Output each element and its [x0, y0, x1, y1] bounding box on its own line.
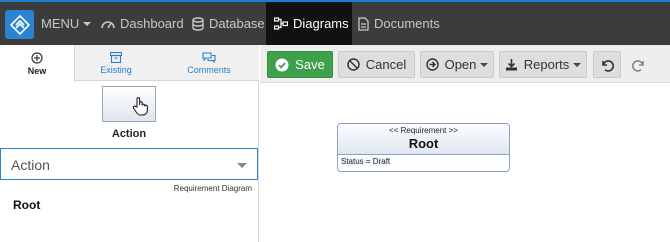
- action-tool-button[interactable]: [102, 86, 156, 122]
- sitemap-icon: [274, 16, 288, 30]
- redo-button[interactable]: [625, 51, 653, 78]
- left-panel: New Existing Comments Action Action Requ…: [0, 45, 259, 242]
- requirement-name: Root: [408, 136, 439, 151]
- requirement-header: << Requirement >> Root: [338, 124, 509, 155]
- download-icon: [505, 59, 517, 71]
- redo-icon: [632, 59, 644, 72]
- reports-label: Reports: [523, 57, 570, 72]
- tab-existing-label: Existing: [100, 64, 132, 75]
- caret-down-icon: [480, 62, 489, 67]
- nav-documents-label: Documents: [374, 16, 440, 31]
- reports-dropdown-button[interactable]: Reports: [499, 51, 587, 78]
- element-type-select[interactable]: Action: [0, 148, 258, 180]
- ban-icon: [347, 58, 360, 71]
- app-logo[interactable]: [5, 10, 34, 39]
- menu-label: MENU: [41, 16, 80, 31]
- nav-diagrams[interactable]: Diagrams: [266, 2, 352, 45]
- tab-comments-label: Comments: [187, 64, 231, 75]
- diagram-root-item[interactable]: Root: [13, 198, 40, 212]
- plus-circle-icon: [31, 51, 43, 64]
- top-nav-bar: MENU Dashboard Database Diagrams Documen…: [0, 0, 670, 45]
- tab-existing[interactable]: Existing: [76, 45, 156, 81]
- comments-icon: [202, 51, 216, 63]
- tab-new[interactable]: New: [0, 45, 75, 82]
- nav-diagrams-label: Diagrams: [293, 16, 349, 31]
- gauge-icon: [101, 20, 115, 28]
- chevron-down-icon: [237, 163, 247, 168]
- tab-comments[interactable]: Comments: [166, 45, 252, 81]
- action-tool-label: Action: [111, 128, 147, 140]
- open-label: Open: [444, 57, 477, 72]
- cancel-button[interactable]: Cancel: [338, 51, 415, 78]
- nav-database[interactable]: Database: [192, 2, 265, 45]
- database-icon: [192, 16, 204, 31]
- nav-database-label: Database: [209, 16, 265, 31]
- undo-button[interactable]: [593, 51, 621, 78]
- diagram-canvas[interactable]: << Requirement >> Root Status = Draft: [260, 83, 670, 242]
- cancel-label: Cancel: [365, 57, 407, 72]
- caret-down-icon: [573, 62, 582, 67]
- hand-pointer-icon: [132, 97, 148, 116]
- panel-tabs: New Existing Comments: [0, 45, 259, 82]
- nav-dashboard[interactable]: Dashboard: [101, 2, 184, 45]
- menu-dropdown[interactable]: MENU: [41, 2, 92, 45]
- diagram-type-label: Requirement Diagram: [173, 184, 252, 193]
- logo-icon: [9, 14, 30, 35]
- check-circle-icon: [275, 58, 289, 71]
- save-button[interactable]: Save: [267, 51, 333, 78]
- undo-icon: [602, 59, 614, 72]
- open-dropdown-button[interactable]: Open: [420, 51, 494, 78]
- tab-new-label: New: [27, 65, 47, 76]
- requirement-stereotype: << Requirement >>: [389, 126, 458, 135]
- editor-toolbar: Save Cancel Open Reports: [260, 45, 670, 83]
- requirement-status: Status = Draft: [341, 157, 391, 166]
- nav-documents[interactable]: Documents: [358, 2, 440, 45]
- arrow-circle-right-icon: [425, 58, 439, 71]
- document-icon: [358, 16, 369, 31]
- caret-down-icon: [83, 21, 92, 26]
- nav-dashboard-label: Dashboard: [120, 16, 184, 31]
- archive-icon: [110, 51, 122, 63]
- app-root: MENU Dashboard Database Diagrams Documen…: [0, 0, 670, 242]
- requirement-node[interactable]: << Requirement >> Root Status = Draft: [337, 123, 510, 172]
- save-label: Save: [295, 57, 325, 72]
- element-type-value: Action: [11, 157, 50, 173]
